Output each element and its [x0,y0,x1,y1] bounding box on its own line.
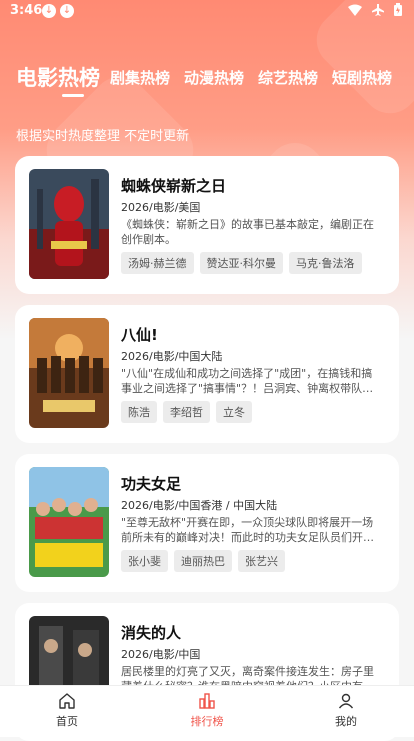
movie-title: 蜘蛛侠崭新之日 [121,177,227,195]
nav-home[interactable]: 首页 [27,692,107,729]
chart-icon [199,693,215,709]
download-icon: ↓ [60,4,74,18]
cast-tags: 张小斐 迪丽热巴 张艺兴 [121,550,285,572]
tab-variety[interactable]: 综艺热榜 [258,67,318,88]
wifi-icon [348,4,362,16]
movie-card[interactable]: 功夫女足 2026/电影/中国香港 / 中国大陆 "至尊无敌杯"开赛在即，一众顶… [15,454,399,592]
cast-tag[interactable]: 立冬 [216,401,252,423]
update-note: 根据实时热度整理 不定时更新 [16,129,190,144]
cast-tag[interactable]: 张小斐 [121,550,168,572]
cast-tag[interactable]: 迪丽热巴 [174,550,232,572]
movie-meta: 2026/电影/中国香港 / 中国大陆 [121,499,278,512]
movie-poster [29,318,109,428]
nav-label: 我的 [335,715,357,728]
movie-description: "至尊无敌杯"开赛在即，一众顶尖球队即将展开一场前所未有的巅峰对决！而此时的功夫… [121,516,374,544]
movie-title: 八仙! [121,326,158,344]
tab-movie[interactable]: 电影热榜 [16,62,100,92]
movie-meta: 2026/电影/中国 [121,648,201,661]
status-bar: 3:46 ↓ ↓ [0,0,414,24]
bottom-nav: 首页 排行榜 我的 [0,685,414,737]
tab-anime[interactable]: 动漫热榜 [184,67,244,88]
nav-label: 排行榜 [190,715,224,728]
movie-description: 《蜘蛛侠：崭新之日》的故事已基本敲定，编剧正在创作剧本。 [121,218,374,246]
cast-tag[interactable]: 马克·鲁法洛 [289,252,362,274]
cast-tags: 汤姆·赫兰德 赞达亚·科尔曼 马克·鲁法洛 [121,252,362,274]
download-icon: ↓ [42,4,56,18]
movie-description: "八仙"在成仙和成功之间选择了"成团"，在搞钱和搞事业之间选择了"搞事情"？！吕… [121,367,374,395]
nav-profile[interactable]: 我的 [306,692,386,729]
movie-card[interactable]: 八仙! 2026/电影/中国大陆 "八仙"在成仙和成功之间选择了"成团"，在搞钱… [15,305,399,443]
battery-icon [394,3,402,16]
airplane-icon [372,3,384,16]
home-icon [59,693,75,709]
movie-meta: 2026/电影/中国大陆 [121,350,223,363]
movie-card[interactable]: 蜘蛛侠崭新之日 2026/电影/美国 《蜘蛛侠：崭新之日》的故事已基本敲定，编剧… [15,156,399,294]
movie-poster [29,467,109,577]
movie-meta: 2026/电影/美国 [121,201,201,214]
movie-poster [29,169,109,279]
movie-title: 消失的人 [121,624,182,642]
category-tabs: 电影热榜 剧集热榜 动漫热榜 综艺热榜 短剧热榜 [16,62,414,102]
movie-title: 功夫女足 [121,475,182,493]
cast-tag[interactable]: 张艺兴 [238,550,285,572]
active-tab-indicator [62,94,84,97]
cast-tags: 陈浩 李绍哲 立冬 [121,401,252,423]
cast-tag[interactable]: 汤姆·赫兰德 [121,252,194,274]
tab-series[interactable]: 剧集热榜 [110,67,170,88]
tab-short-drama[interactable]: 短剧热榜 [332,67,392,88]
cast-tag[interactable]: 陈浩 [121,401,157,423]
nav-ranking[interactable]: 排行榜 [167,692,247,729]
user-icon [338,693,354,709]
nav-label: 首页 [56,715,78,728]
cast-tag[interactable]: 赞达亚·科尔曼 [199,252,283,274]
cast-tag[interactable]: 李绍哲 [163,401,210,423]
status-time: 3:46 [10,3,43,18]
